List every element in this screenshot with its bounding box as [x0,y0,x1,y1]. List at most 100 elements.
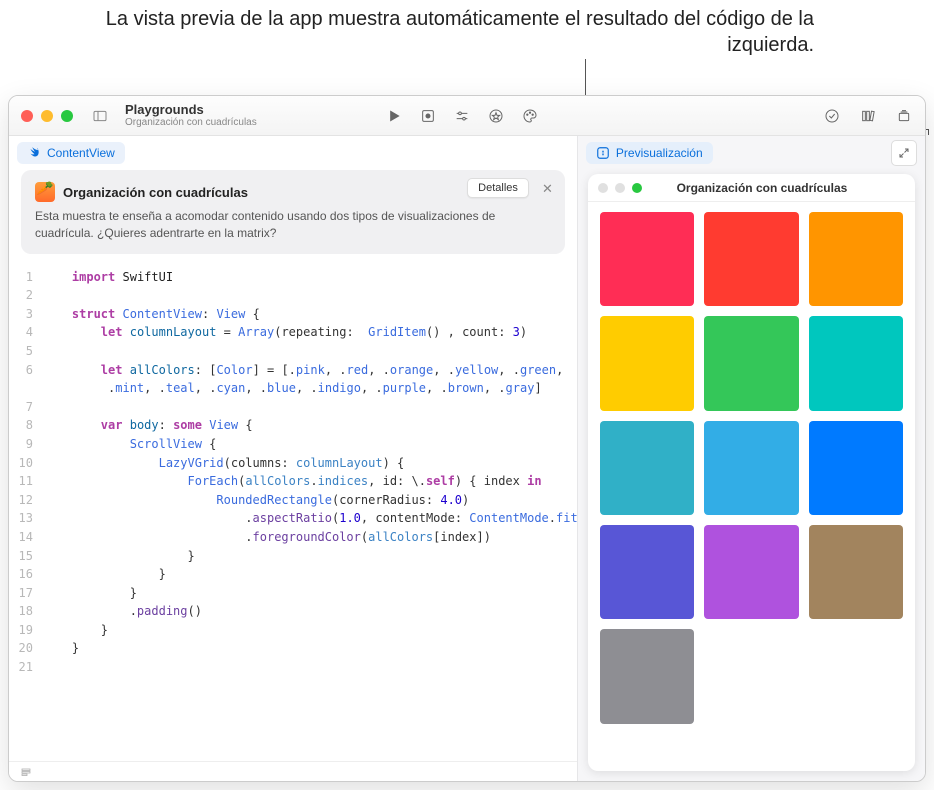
code-text[interactable]: } [43,584,577,603]
code-line[interactable]: 8 var body: some View { [9,416,577,435]
color-swatch [704,525,798,619]
library-icon[interactable] [859,107,877,125]
color-swatch [809,212,903,306]
preview-tab[interactable]: Previsualización [586,142,713,164]
simulator-body[interactable] [588,202,915,771]
code-text[interactable]: ScrollView { [43,435,577,454]
code-text[interactable] [43,342,577,361]
color-swatch [704,421,798,515]
color-swatch [600,421,694,515]
code-line[interactable]: 12 RoundedRectangle(cornerRadius: 4.0) [9,491,577,510]
code-line[interactable]: 2 [9,286,577,305]
code-line[interactable]: 21 [9,658,577,677]
expand-icon [898,147,910,159]
preview-tab-bar: Previsualización [578,136,925,170]
code-text[interactable]: .padding() [43,602,577,621]
code-line[interactable]: .mint, .teal, .cyan, .blue, .indigo, .pu… [9,379,577,398]
code-text[interactable]: } [43,565,577,584]
code-line[interactable]: 7 [9,398,577,417]
code-line[interactable]: 6 let allColors: [Color] = [.pink, .red,… [9,361,577,380]
code-text[interactable] [43,286,577,305]
code-text[interactable]: .mint, .teal, .cyan, .blue, .indigo, .pu… [43,379,577,398]
play-icon[interactable] [385,107,403,125]
zoom-window-button[interactable] [61,110,73,122]
line-number: 11 [9,472,43,491]
color-grid [588,202,915,734]
code-text[interactable]: var body: some View { [43,416,577,435]
color-swatch [600,316,694,410]
file-tab-contentview[interactable]: ContentView [17,142,125,164]
code-line[interactable]: 3 struct ContentView: View { [9,305,577,324]
close-icon[interactable]: ✕ [542,181,553,197]
line-number: 8 [9,416,43,435]
code-text[interactable]: let columnLayout = Array(repeating: Grid… [43,323,577,342]
line-number: 7 [9,398,43,417]
line-number: 20 [9,639,43,658]
code-text[interactable]: struct ContentView: View { [43,305,577,324]
code-line[interactable]: 10 LazyVGrid(columns: columnLayout) { [9,454,577,473]
status-icon[interactable] [823,107,841,125]
code-text[interactable] [43,658,577,677]
line-number [9,379,43,398]
code-line[interactable]: 15 } [9,547,577,566]
line-number: 18 [9,602,43,621]
breadcrumb-icon[interactable] [17,763,35,781]
line-number: 4 [9,323,43,342]
code-line[interactable]: 17 } [9,584,577,603]
window-title: Playgrounds [125,103,257,117]
line-number: 15 [9,547,43,566]
app-preview-icon [596,146,610,160]
line-number: 16 [9,565,43,584]
code-text[interactable]: .foregroundColor(allColors[index]) [43,528,577,547]
sidebar-toggle-icon[interactable] [91,107,109,125]
file-tab-label: ContentView [47,146,115,160]
code-text[interactable]: .aspectRatio(1.0, contentMode: ContentMo… [43,509,577,528]
minimize-window-button[interactable] [41,110,53,122]
code-line[interactable]: 20 } [9,639,577,658]
stop-icon[interactable] [419,107,437,125]
main-content: ContentView Organización con cuadrículas… [9,136,925,781]
preview-pane: Previsualización Organización con cuadrí… [577,136,925,781]
code-text[interactable]: } [43,639,577,658]
code-text[interactable]: } [43,621,577,640]
code-line[interactable]: 5 [9,342,577,361]
code-line[interactable]: 13 .aspectRatio(1.0, contentMode: Conten… [9,509,577,528]
code-text[interactable]: } [43,547,577,566]
line-number: 19 [9,621,43,640]
code-text[interactable]: import SwiftUI [43,268,577,287]
code-line[interactable]: 19 } [9,621,577,640]
close-window-button[interactable] [21,110,33,122]
code-text[interactable]: LazyVGrid(columns: columnLayout) { [43,454,577,473]
expand-preview-button[interactable] [891,140,917,166]
lesson-icon [35,182,55,202]
titlebar: Playgrounds Organización con cuadrículas [9,96,925,136]
palette-icon[interactable] [521,107,539,125]
star-icon[interactable] [487,107,505,125]
code-line[interactable]: 9 ScrollView { [9,435,577,454]
code-line[interactable]: 1 import SwiftUI [9,268,577,287]
code-line[interactable]: 18 .padding() [9,602,577,621]
code-text[interactable] [43,398,577,417]
app-window: Playgrounds Organización con cuadrículas… [8,95,926,782]
sliders-icon[interactable] [453,107,471,125]
swift-icon [27,146,41,160]
code-text[interactable]: ForEach(allColors.indices, id: \.self) {… [43,472,577,491]
details-button[interactable]: Detalles [467,178,529,198]
simulator-title: Organización con cuadrículas [619,181,905,195]
sim-close-button[interactable] [598,183,608,193]
line-number: 13 [9,509,43,528]
code-line[interactable]: 11 ForEach(allColors.indices, id: \.self… [9,472,577,491]
color-swatch [600,629,694,723]
inspectors-icon[interactable] [895,107,913,125]
window-subtitle: Organización con cuadrículas [125,117,257,128]
lesson-title: Organización con cuadrículas [63,185,248,200]
code-editor[interactable]: 1 import SwiftUI2 3 struct ContentView: … [9,264,577,761]
code-line[interactable]: 14 .foregroundColor(allColors[index]) [9,528,577,547]
line-number: 2 [9,286,43,305]
code-line[interactable]: 16 } [9,565,577,584]
code-text[interactable]: RoundedRectangle(cornerRadius: 4.0) [43,491,577,510]
code-line[interactable]: 4 let columnLayout = Array(repeating: Gr… [9,323,577,342]
editor-pane: ContentView Organización con cuadrículas… [9,136,577,781]
line-number: 10 [9,454,43,473]
code-text[interactable]: let allColors: [Color] = [.pink, .red, .… [43,361,577,380]
